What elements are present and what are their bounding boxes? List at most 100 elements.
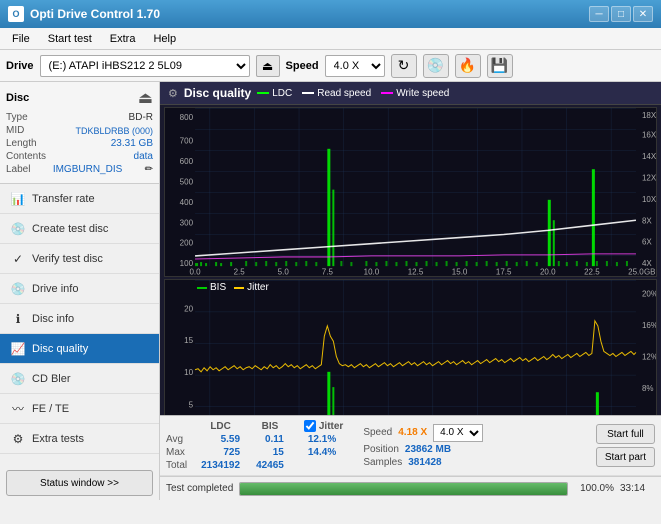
svg-text:10X: 10X [642, 195, 656, 204]
progress-bar [239, 482, 568, 496]
save-button[interactable]: 💾 [487, 54, 513, 78]
svg-text:22.5: 22.5 [584, 267, 600, 276]
drive-select[interactable]: (E:) ATAPI iHBS212 2 5L09 [40, 55, 250, 77]
svg-text:5: 5 [189, 401, 194, 410]
speed-select[interactable]: 4.0 X [325, 55, 385, 77]
svg-text:200: 200 [180, 239, 194, 248]
toolbar: Drive (E:) ATAPI iHBS212 2 5L09 ⏏ Speed … [0, 50, 661, 82]
sidebar-item-verify-test-disc[interactable]: ✓ Verify test disc [0, 244, 159, 274]
main-content: Disc ⏏ Type BD-R MID TDKBLDRBB (000) Len… [0, 82, 661, 500]
chart-legend: LDC Read speed Write speed [257, 88, 449, 99]
svg-text:15: 15 [184, 337, 193, 346]
avg-row-label: Avg [166, 433, 193, 446]
action-buttons: Start full Start part [596, 424, 655, 467]
svg-text:16%: 16% [642, 321, 656, 330]
disc-contents-value: data [134, 151, 153, 162]
total-ldc-value: 2134192 [193, 459, 248, 472]
avg-ldc-value: 5.59 [193, 433, 248, 446]
progress-bar-fill [240, 483, 567, 495]
maximize-button[interactable]: □ [611, 6, 631, 22]
svg-text:7.5: 7.5 [322, 267, 334, 276]
sidebar-item-extra-tests[interactable]: ⚙ Extra tests [0, 424, 159, 454]
sidebar-item-disc-quality[interactable]: 📈 Disc quality [0, 334, 159, 364]
total-row-label: Total [166, 459, 193, 472]
read-speed-legend-label: Read speed [317, 88, 371, 99]
sidebar-item-drive-info[interactable]: 💿 Drive info [0, 274, 159, 304]
disc-mid-value: TDKBLDRBB (000) [75, 126, 153, 136]
svg-text:5.0: 5.0 [278, 267, 290, 276]
refresh-button[interactable]: ↻ [391, 54, 417, 78]
start-full-button[interactable]: Start full [596, 424, 655, 444]
extra-icon: ⚙ [10, 432, 26, 446]
drive-label: Drive [6, 60, 34, 72]
length-label: Length [6, 138, 37, 149]
verify-icon: ✓ [10, 252, 26, 266]
menu-start-test[interactable]: Start test [40, 31, 100, 47]
label-label: Label [6, 164, 30, 175]
svg-text:300: 300 [180, 218, 194, 227]
svg-text:15.0: 15.0 [452, 267, 468, 276]
contents-label: Contents [6, 151, 46, 162]
svg-text:10.0: 10.0 [364, 267, 380, 276]
bottom-stats-panel: LDC BIS Jitter Avg 5.59 0.11 12.1% [160, 415, 661, 500]
transfer-icon: 📊 [10, 192, 26, 206]
speed-current-value: 4.18 X [398, 427, 427, 438]
svg-text:20: 20 [184, 305, 193, 314]
menu-extra[interactable]: Extra [102, 31, 144, 47]
bis-col-header: BIS [248, 419, 292, 433]
disc-eject-icon[interactable]: ⏏ [138, 88, 153, 108]
start-part-button[interactable]: Start part [596, 447, 655, 467]
ldc-legend-label: LDC [272, 88, 292, 99]
disc-quality-header: ⚙ Disc quality LDC Read speed Write spee… [160, 82, 661, 105]
jitter-legend: Jitter [234, 282, 269, 293]
max-ldc-value: 725 [193, 446, 248, 459]
sidebar-item-disc-info[interactable]: ℹ Disc info [0, 304, 159, 334]
svg-text:8X: 8X [642, 216, 652, 225]
burn-button[interactable]: 🔥 [455, 54, 481, 78]
nav-label: Verify test disc [32, 253, 103, 265]
edit-label-icon[interactable]: ✏ [145, 164, 153, 175]
svg-text:700: 700 [180, 137, 194, 146]
jitter-checkbox[interactable] [304, 420, 316, 432]
ldc-legend-color [257, 92, 269, 94]
cd-icon: 💿 [10, 372, 26, 386]
title-bar: O Opti Drive Control 1.70 ─ □ ✕ [0, 0, 661, 28]
menu-help[interactable]: Help [145, 31, 184, 47]
sidebar-item-cd-bler[interactable]: 💿 CD Bler [0, 364, 159, 394]
sidebar-item-create-test-disc[interactable]: 💿 Create test disc [0, 214, 159, 244]
nav-label: Extra tests [32, 433, 84, 445]
sidebar-item-transfer-rate[interactable]: 📊 Transfer rate [0, 184, 159, 214]
svg-text:GB: GB [644, 267, 656, 276]
quality-icon: 📈 [10, 342, 26, 356]
write-speed-legend-label: Write speed [396, 88, 449, 99]
disc-label-value: IMGBURN_DIS [53, 164, 122, 175]
sidebar-item-fe-te[interactable]: 〰 FE / TE [0, 394, 159, 424]
close-button[interactable]: ✕ [633, 6, 653, 22]
app-title: Opti Drive Control 1.70 [30, 7, 160, 21]
minimize-button[interactable]: ─ [589, 6, 609, 22]
stats-table: LDC BIS Jitter Avg 5.59 0.11 12.1% [166, 419, 347, 472]
disc-panel: Disc ⏏ Type BD-R MID TDKBLDRBB (000) Len… [0, 82, 159, 184]
eject-button[interactable]: ⏏ [256, 55, 280, 77]
bis-jitter-chart: BIS Jitter [164, 279, 657, 415]
disc-type-value: BD-R [129, 112, 153, 123]
samples-label: Samples [363, 457, 402, 468]
disc-quality-title: Disc quality [184, 86, 251, 100]
nav-label: Transfer rate [32, 193, 95, 205]
type-label: Type [6, 112, 28, 123]
svg-text:2.5: 2.5 [234, 267, 246, 276]
svg-text:800: 800 [180, 113, 194, 122]
menu-bar: File Start test Extra Help [0, 28, 661, 50]
disc-info-icon: ℹ [10, 312, 26, 326]
svg-text:16X: 16X [642, 131, 656, 140]
bis-chart-svg: 5 10 15 20 4% 8% 12% 16% 20% 0.0 2.5 5.0 [165, 280, 656, 415]
nav-label: Disc quality [32, 343, 88, 355]
speed-position-panel: Speed 4.18 X 4.0 X Position 23862 MB Sam… [363, 424, 483, 468]
speed-preset-select[interactable]: 4.0 X [433, 424, 483, 442]
menu-file[interactable]: File [4, 31, 38, 47]
status-window-button[interactable]: Status window >> [6, 470, 153, 496]
total-bis-value: 42465 [248, 459, 292, 472]
svg-text:25.0: 25.0 [628, 267, 644, 276]
svg-text:14X: 14X [642, 152, 656, 161]
disc-icon-button[interactable]: 💿 [423, 54, 449, 78]
